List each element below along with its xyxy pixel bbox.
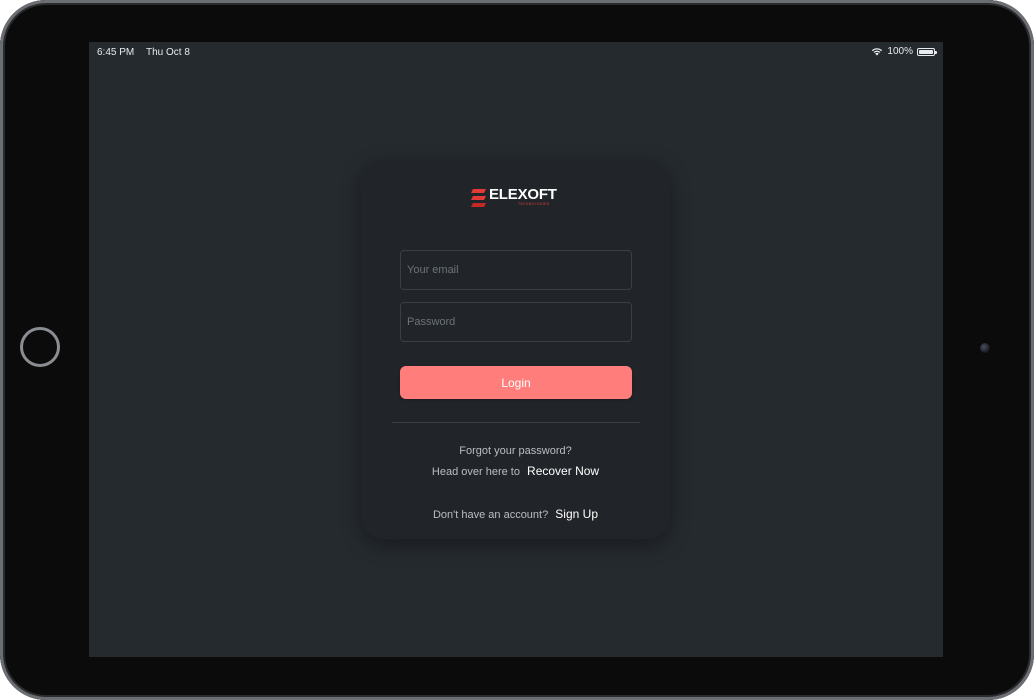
signup-prefix: Don't have an account?	[432, 509, 549, 521]
status-date: Thu Oct 8	[146, 47, 190, 58]
home-button[interactable]	[20, 327, 60, 367]
status-time: 6:45 PM	[97, 47, 135, 58]
battery-level	[919, 49, 933, 54]
tablet-frame: 6:45 PM Thu Oct 8 100% ELEXOFT TECHNOLOG…	[0, 0, 1034, 700]
status-indicators: 100%	[871, 46, 937, 57]
battery-icon	[917, 47, 937, 56]
recover-now-link[interactable]: Recover Now	[527, 464, 599, 478]
elexoft-logo-icon	[471, 189, 486, 207]
sign-up-link[interactable]: Sign Up	[555, 507, 598, 521]
password-field[interactable]	[400, 302, 632, 342]
brand-logo: ELEXOFT TECHNOLOGIES	[470, 186, 562, 209]
brand-name: ELEXOFT	[489, 186, 557, 203]
divider	[392, 422, 640, 423]
login-button[interactable]: Login	[400, 366, 632, 399]
status-bar: 6:45 PM Thu Oct 8 100%	[89, 42, 943, 64]
forgot-password-label: Forgot your password?	[459, 445, 572, 457]
forgot-password-text: Forgot your password?	[361, 445, 670, 457]
recover-prefix: Head over here to	[431, 466, 520, 478]
login-card: ELEXOFT TECHNOLOGIES Login Forgot your p…	[361, 160, 670, 539]
signup-row: Don't have an account? Sign Up	[361, 507, 670, 521]
battery-percent: 100%	[887, 46, 913, 57]
front-camera	[980, 343, 990, 353]
email-field[interactable]	[400, 250, 632, 290]
wifi-icon	[871, 47, 883, 56]
screen: 6:45 PM Thu Oct 8 100% ELEXOFT TECHNOLOG…	[89, 42, 943, 657]
brand-subtitle: TECHNOLOGIES	[518, 202, 550, 206]
recover-row: Head over here to Recover Now	[361, 464, 670, 478]
